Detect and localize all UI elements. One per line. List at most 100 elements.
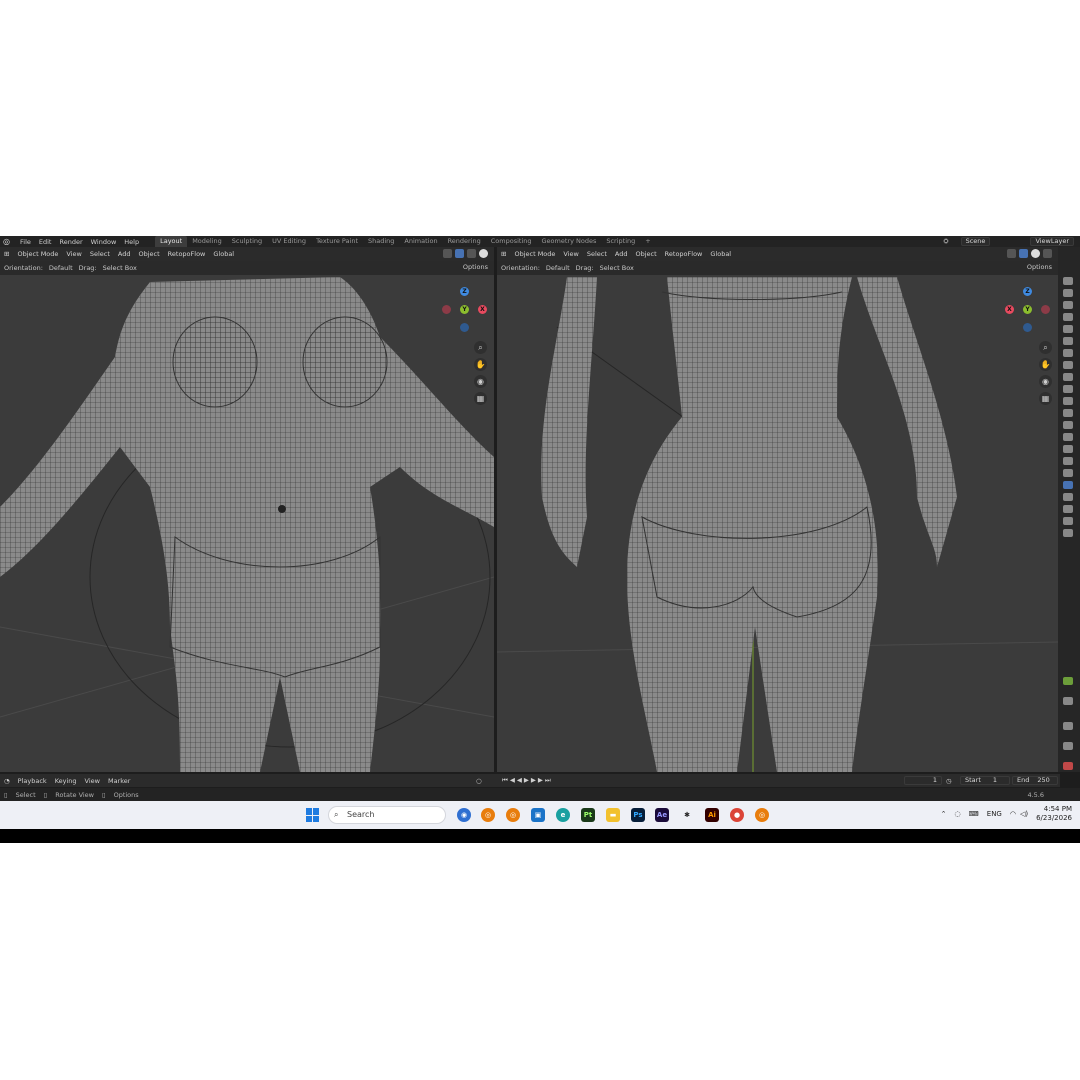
tab-shading[interactable]: Shading <box>363 236 399 247</box>
menu-help[interactable]: Help <box>124 238 139 246</box>
menu-timeline-view[interactable]: View <box>85 777 100 785</box>
constraints-tab-icon[interactable] <box>1063 409 1073 417</box>
windows-start-icon[interactable] <box>306 808 320 822</box>
tool-tab-icon[interactable] <box>1063 277 1073 285</box>
axis-z-icon[interactable]: Z <box>1023 287 1032 296</box>
camera-view-icon[interactable]: ◉ <box>474 375 487 388</box>
file-explorer-icon[interactable]: ▬ <box>606 808 620 822</box>
current-frame-field[interactable]: 1 <box>904 776 942 785</box>
menu-render[interactable]: Render <box>59 238 82 246</box>
menu-add[interactable]: Add <box>118 250 131 258</box>
pan-hand-icon[interactable]: ✋ <box>1039 358 1052 371</box>
collection-tab-icon[interactable] <box>1063 349 1073 357</box>
tab-texture-paint[interactable]: Texture Paint <box>311 236 363 247</box>
red-props-icon[interactable] <box>1063 762 1073 770</box>
scene-tab-icon[interactable] <box>1063 325 1073 333</box>
xray-icon[interactable] <box>455 249 464 258</box>
menu-window[interactable]: Window <box>91 238 117 246</box>
tab-compositing[interactable]: Compositing <box>486 236 537 247</box>
chrome-app-icon[interactable]: ● <box>730 808 744 822</box>
options-button[interactable]: Options <box>463 263 488 271</box>
tab-scripting[interactable]: Scripting <box>601 236 640 247</box>
overlay-icon[interactable] <box>1007 249 1016 258</box>
menu-retopoflow[interactable]: RetopoFlow <box>168 250 206 258</box>
output-props-icon[interactable] <box>1063 742 1073 750</box>
active-tab-icon[interactable] <box>1063 481 1073 489</box>
transform-orientation-select[interactable]: Global <box>213 250 234 258</box>
zoom-icon[interactable]: ⌕ <box>1039 341 1052 354</box>
extra-tab-icon[interactable] <box>1063 493 1073 501</box>
photoshop-app-icon[interactable]: Ps <box>631 808 645 822</box>
particles-tab-icon[interactable] <box>1063 385 1073 393</box>
menu-view[interactable]: View <box>66 250 81 258</box>
physics-tab-icon[interactable] <box>1063 397 1073 405</box>
camera-tab-icon[interactable] <box>1063 457 1073 465</box>
scene-field[interactable]: Scene <box>960 237 991 246</box>
painter-app-icon[interactable]: Pt <box>581 808 595 822</box>
perspective-grid-icon[interactable]: ▦ <box>1039 392 1052 405</box>
menu-object[interactable]: Object <box>636 250 657 258</box>
axis-y-icon[interactable]: Y <box>1023 305 1032 314</box>
tab-modeling[interactable]: Modeling <box>187 236 227 247</box>
menu-retopoflow[interactable]: RetopoFlow <box>665 250 703 258</box>
blender-app-icon-2[interactable]: ◎ <box>506 808 520 822</box>
view-layer-tab-icon[interactable] <box>1063 313 1073 321</box>
menu-view[interactable]: View <box>563 250 578 258</box>
volume-icon[interactable]: ◁) <box>1020 810 1028 818</box>
playback-controls-icon[interactable]: ⏮◀◀▶▶▶⏭ <box>502 776 553 785</box>
tab-animation[interactable]: Animation <box>399 236 442 247</box>
viewport-right[interactable]: ⊞ Object Mode View Select Add Object Ret… <box>497 247 1058 772</box>
drag-select[interactable]: Select Box <box>103 264 137 272</box>
transform-orientation-select[interactable]: Global <box>710 250 731 258</box>
menu-object[interactable]: Object <box>139 250 160 258</box>
xray-icon[interactable] <box>1019 249 1028 258</box>
orientation-select[interactable]: Default <box>49 264 73 272</box>
axis-neg-z-icon[interactable] <box>1023 323 1032 332</box>
texture-tab-icon[interactable] <box>1063 445 1073 453</box>
add-workspace-button[interactable]: + <box>640 236 655 247</box>
start-frame-field[interactable]: Start 1 <box>960 776 1010 785</box>
options-button[interactable]: Options <box>1027 263 1052 271</box>
menu-keying[interactable]: Keying <box>55 777 77 785</box>
blender-app-icon[interactable]: ◎ <box>481 808 495 822</box>
keyboard-icon[interactable]: ⌨ <box>969 810 979 818</box>
axis-neg-x-icon[interactable] <box>442 305 451 314</box>
output-tab-icon[interactable] <box>1063 301 1073 309</box>
tab-uv-editing[interactable]: UV Editing <box>267 236 311 247</box>
viewport-left[interactable]: ⊞ Object Mode View Select Add Object Ret… <box>0 247 494 772</box>
data-tab-icon[interactable] <box>1063 421 1073 429</box>
menu-playback[interactable]: Playback <box>18 777 47 785</box>
menu-select[interactable]: Select <box>90 250 110 258</box>
extra-tab-icon[interactable] <box>1063 517 1073 525</box>
solid-shading-icon[interactable] <box>479 249 488 258</box>
menu-add[interactable]: Add <box>615 250 628 258</box>
render-props-icon[interactable] <box>1063 722 1073 730</box>
menu-select[interactable]: Select <box>587 250 607 258</box>
object-tab-icon[interactable] <box>1063 361 1073 369</box>
axis-neg-z-icon[interactable] <box>460 323 469 332</box>
tab-rendering[interactable]: Rendering <box>443 236 486 247</box>
language-indicator[interactable]: ENG <box>987 810 1002 818</box>
solid-shading-icon[interactable] <box>1043 249 1052 258</box>
orientation-select[interactable]: Default <box>546 264 570 272</box>
view-layer-field[interactable]: ViewLayer <box>1030 237 1074 246</box>
tab-sculpting[interactable]: Sculpting <box>227 236 267 247</box>
wireframe-shading-icon[interactable] <box>467 249 476 258</box>
record-button-icon[interactable]: ○ <box>476 777 482 785</box>
render-tab-icon[interactable] <box>1063 289 1073 297</box>
overlay-icon[interactable] <box>443 249 452 258</box>
drag-select[interactable]: Select Box <box>600 264 634 272</box>
tab-layout[interactable]: Layout <box>155 236 188 247</box>
editor-type-icon[interactable]: ⊞ <box>501 250 506 258</box>
editor-type-icon[interactable]: ⊞ <box>4 250 9 258</box>
store-app-icon[interactable]: ▣ <box>531 808 545 822</box>
menu-edit[interactable]: Edit <box>39 238 52 246</box>
camera-view-icon[interactable]: ◉ <box>1039 375 1052 388</box>
blender-logo-icon[interactable]: ◎ <box>3 237 12 246</box>
tab-geometry-nodes[interactable]: Geometry Nodes <box>537 236 602 247</box>
end-frame-field[interactable]: End 250 <box>1012 776 1058 785</box>
navigation-gizmo[interactable]: Z Y X <box>1005 287 1055 337</box>
menu-marker[interactable]: Marker <box>108 777 130 785</box>
world-tab-icon[interactable] <box>1063 337 1073 345</box>
zbrush-app-icon[interactable]: ✱ <box>680 808 694 822</box>
